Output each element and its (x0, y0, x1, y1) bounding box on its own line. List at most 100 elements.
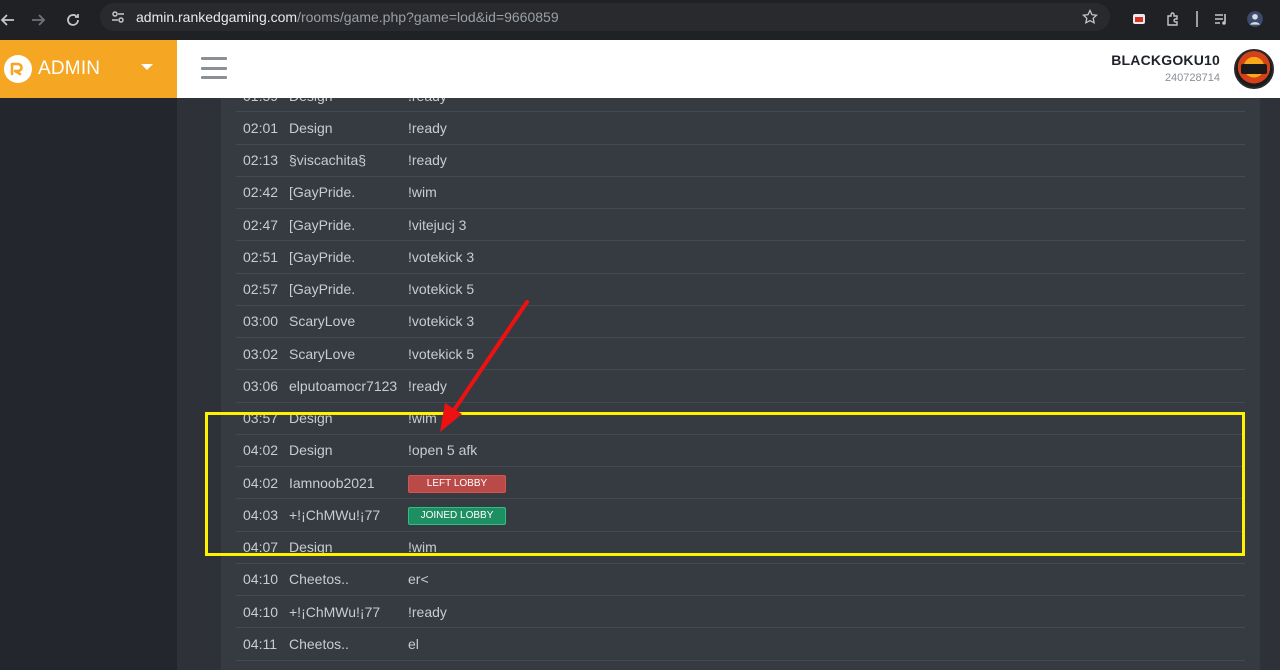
chat-user[interactable]: [GayPride. (289, 249, 355, 265)
chat-time: 03:00 (243, 313, 279, 330)
user-name: BLACKGOKU10 (1111, 52, 1220, 68)
chat-user[interactable]: Design (289, 410, 333, 426)
chat-message: !votekick 5 (408, 345, 475, 362)
back-button[interactable] (0, 4, 24, 36)
chat-message: !ready (408, 152, 447, 169)
chat-message: !ready (408, 98, 447, 104)
chat-message: !wim (408, 184, 437, 201)
chat-message: !wim (408, 410, 437, 427)
chat-time: 03:06 (243, 377, 279, 394)
admin-brand-dropdown[interactable]: ADMIN (0, 40, 177, 98)
chat-user[interactable]: +!¡ChMWu!¡77 (289, 604, 380, 620)
user-avatar[interactable] (1234, 49, 1274, 89)
chat-row: 04:07 Design !wim (236, 532, 1245, 564)
chat-time: 02:57 (243, 281, 279, 298)
chat-row: 04:12Design (236, 661, 1245, 670)
chat-time: 04:10 (243, 603, 279, 620)
chat-message: !open 5 afk (408, 442, 478, 459)
chat-message: er< (408, 571, 429, 588)
chat-time: 04:10 (243, 571, 279, 588)
chat-message: !ready (408, 119, 447, 136)
chat-user[interactable]: Design (289, 120, 333, 136)
profile-avatar-icon[interactable] (1238, 4, 1272, 34)
chat-row: 04:10 Cheetos.. er< (236, 564, 1245, 596)
chat-message: !ready (408, 377, 447, 394)
chat-message: LEFT LOBBY (408, 473, 506, 493)
chat-message: !votekick 3 (408, 248, 475, 265)
chat-row: 04:11 Cheetos.. el (236, 628, 1245, 661)
chat-user[interactable]: elputoamocr7123 (289, 378, 397, 394)
left-lobby-badge: LEFT LOBBY (408, 474, 506, 493)
chat-user[interactable]: Design (289, 539, 333, 555)
chat-user[interactable]: +!¡ChMWu!¡77 (289, 507, 380, 523)
bookmark-star-icon[interactable] (1082, 9, 1098, 25)
chat-row: 02:13 §viscachita§ !ready (236, 145, 1245, 177)
chat-time: 02:01 (243, 119, 279, 136)
chat-user[interactable]: §viscachita§ (289, 152, 366, 168)
chat-row: 04:03 +!¡ChMWu!¡77 JOINED LOBBY (236, 499, 1245, 532)
joined-lobby-badge: JOINED LOBBY (408, 506, 506, 525)
chat-row: 03:00 ScaryLove !votekick 3 (236, 306, 1245, 338)
chat-user[interactable]: Design (289, 442, 333, 458)
menu-toggle-icon[interactable] (201, 57, 227, 79)
chat-row: 04:02 Design !open 5 afk (236, 435, 1245, 467)
avatar-logo-graphic (1241, 64, 1267, 74)
chat-row: 02:51 [GayPride. !votekick 3 (236, 241, 1245, 274)
chat-user[interactable]: Cheetos.. (289, 571, 349, 587)
chat-user[interactable]: ScaryLove (289, 346, 355, 362)
chat-user[interactable]: ScaryLove (289, 313, 355, 329)
chat-row: 03:06 elputoamocr7123 !ready (236, 370, 1245, 403)
chat-time: 04:11 (243, 635, 277, 652)
user-info[interactable]: BLACKGOKU10 240728714 (1111, 52, 1220, 84)
chat-message: !vitejucj 3 (408, 216, 467, 233)
address-bar[interactable]: admin.rankedgaming.com/rooms/game.php?ga… (100, 3, 1110, 31)
rankedgaming-logo-icon (4, 55, 32, 83)
url-path: /rooms/game.php?game=lod&id=9660859 (297, 9, 559, 25)
arrow-left-icon (0, 14, 14, 26)
chat-row: 03:02 ScaryLove !votekick 5 (236, 338, 1245, 371)
chat-user[interactable]: [GayPride. (289, 281, 355, 297)
brand-label: ADMIN (38, 58, 101, 79)
chat-row: 03:57 Design !wim (236, 403, 1245, 435)
chat-row: 02:47 [GayPride. !vitejucj 3 (236, 209, 1245, 242)
chat-row: 04:10 +!¡ChMWu!¡77 !ready (236, 596, 1245, 629)
chat-user[interactable]: Iamnoob2021 (289, 475, 375, 491)
app-topbar: BLACKGOKU10 240728714 (177, 40, 1280, 98)
chat-message: JOINED LOBBY (408, 505, 506, 525)
chat-time: 02:51 (243, 248, 279, 265)
chat-time: 01:59 (243, 98, 278, 104)
chat-time: 04:02 (243, 442, 279, 459)
chat-time: 04:07 (243, 539, 279, 556)
chat-time: 02:13 (243, 152, 279, 169)
chat-row: 02:57 [GayPride. !votekick 5 (236, 274, 1245, 306)
site-settings-icon[interactable] (110, 9, 126, 25)
reload-icon (67, 14, 79, 26)
chat-log-table: 01:59 Design !ready 02:01 Design !ready 02:13 §… (236, 98, 1245, 670)
arrow-right-icon (32, 14, 46, 26)
forward-button[interactable] (22, 4, 54, 36)
chat-user[interactable]: [GayPride. (289, 217, 355, 233)
chat-user[interactable]: [GayPride. (289, 184, 355, 200)
toolbar-divider (1196, 11, 1198, 27)
chat-user[interactable]: Cheetos.. (289, 636, 349, 652)
chat-message: el (408, 635, 419, 652)
chat-time: 02:42 (243, 184, 279, 201)
chat-message: !votekick 3 (408, 313, 475, 330)
chat-row: 04:02 Iamnoob2021 LEFT LOBBY (236, 467, 1245, 500)
extensions-puzzle-icon[interactable] (1156, 4, 1190, 34)
chat-time: 03:57 (243, 410, 279, 427)
main-content: 01:59 Design !ready 02:01 Design !ready 02:13 §… (177, 98, 1280, 670)
url-host: admin.rankedgaming.com (136, 9, 298, 25)
extension-app-icon[interactable] (1122, 4, 1156, 34)
reload-button[interactable] (57, 4, 89, 36)
url-text: admin.rankedgaming.com/rooms/game.php?ga… (136, 9, 559, 25)
media-queue-icon[interactable] (1204, 4, 1238, 34)
chat-message: !ready (408, 603, 447, 620)
browser-toolbar: admin.rankedgaming.com/rooms/game.php?ga… (0, 0, 1280, 40)
chat-row: 02:42 [GayPride. !wim (236, 177, 1245, 209)
chat-time: 04:02 (243, 474, 279, 491)
chat-message: !wim (408, 539, 437, 556)
chat-user[interactable]: Design (289, 98, 333, 104)
caret-down-icon (141, 64, 153, 70)
extension-toolbar (1122, 4, 1272, 34)
